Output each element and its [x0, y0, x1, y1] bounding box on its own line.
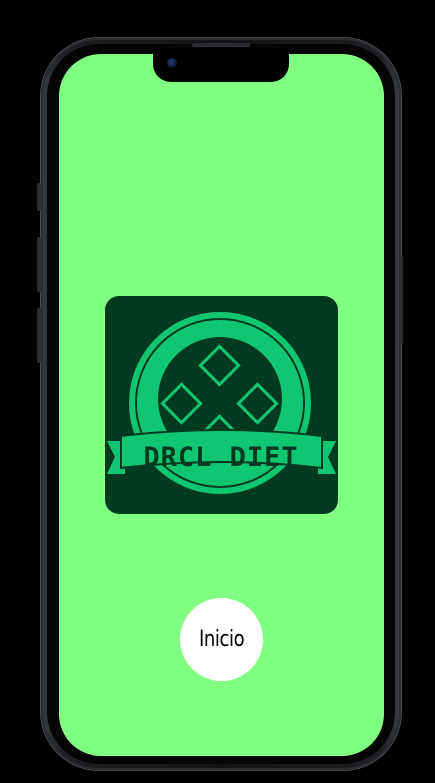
drcl-diet-logo: DRCL DIET	[105, 296, 338, 514]
start-button-label: Inicio	[198, 627, 245, 652]
logo-graphic: DRCL DIET	[107, 312, 336, 494]
logo-text: DRCL DIET	[143, 442, 298, 473]
volume-up-button	[37, 237, 41, 292]
silent-switch	[37, 183, 41, 211]
start-button[interactable]: Inicio	[180, 598, 263, 681]
device-stage: DRCL DIET Inicio	[0, 0, 435, 783]
power-button	[399, 255, 403, 345]
front-camera-icon	[167, 58, 177, 68]
volume-down-button	[37, 308, 41, 363]
speaker-grill	[192, 43, 250, 47]
